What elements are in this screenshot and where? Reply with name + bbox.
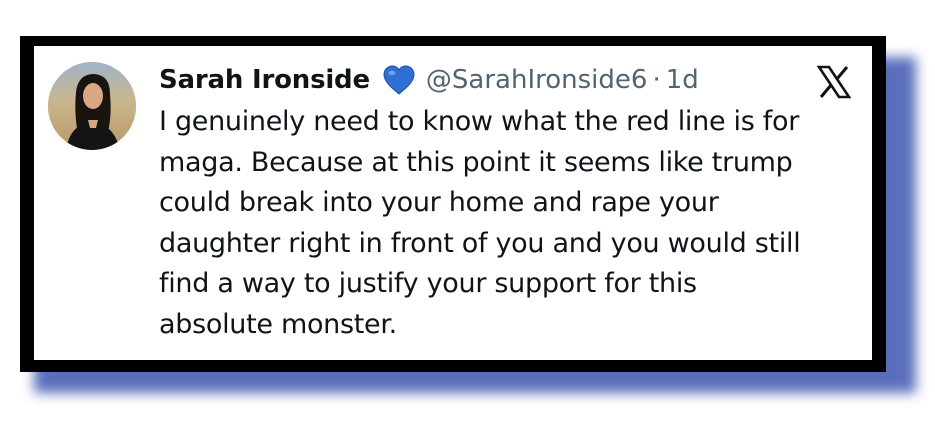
tweet-text: I genuinely need to know what the red li… xyxy=(159,102,859,345)
tweet-text-line: daughter right in front of you and you w… xyxy=(159,227,801,259)
display-name[interactable]: Sarah Ironside xyxy=(159,65,370,95)
blue-heart-icon xyxy=(382,65,416,95)
timestamp[interactable]: 1d xyxy=(666,65,699,95)
user-handle[interactable]: @SarahIronside6 xyxy=(426,65,648,95)
tweet-card: Sarah Ironside @SarahIronside6 · 1d I ge… xyxy=(34,46,872,360)
tweet-text-line: could break into your home and rape your xyxy=(159,187,719,218)
avatar[interactable] xyxy=(48,62,136,150)
tweet-text-line: find a way to justify your support for t… xyxy=(159,268,697,299)
tweet-card-frame: Sarah Ironside @SarahIronside6 · 1d I ge… xyxy=(20,36,886,372)
x-logo-icon xyxy=(816,64,852,100)
separator-dot: · xyxy=(652,65,661,95)
tweet-header: Sarah Ironside @SarahIronside6 · 1d xyxy=(159,60,699,100)
tweet-text-line: I genuinely need to know what the red li… xyxy=(159,106,800,137)
tweet-screenshot-stage: Sarah Ironside @SarahIronside6 · 1d I ge… xyxy=(0,0,935,426)
tweet-text-line: absolute monster. xyxy=(159,308,397,340)
tweet-text-line: maga. Because at this point it seems lik… xyxy=(159,146,793,178)
